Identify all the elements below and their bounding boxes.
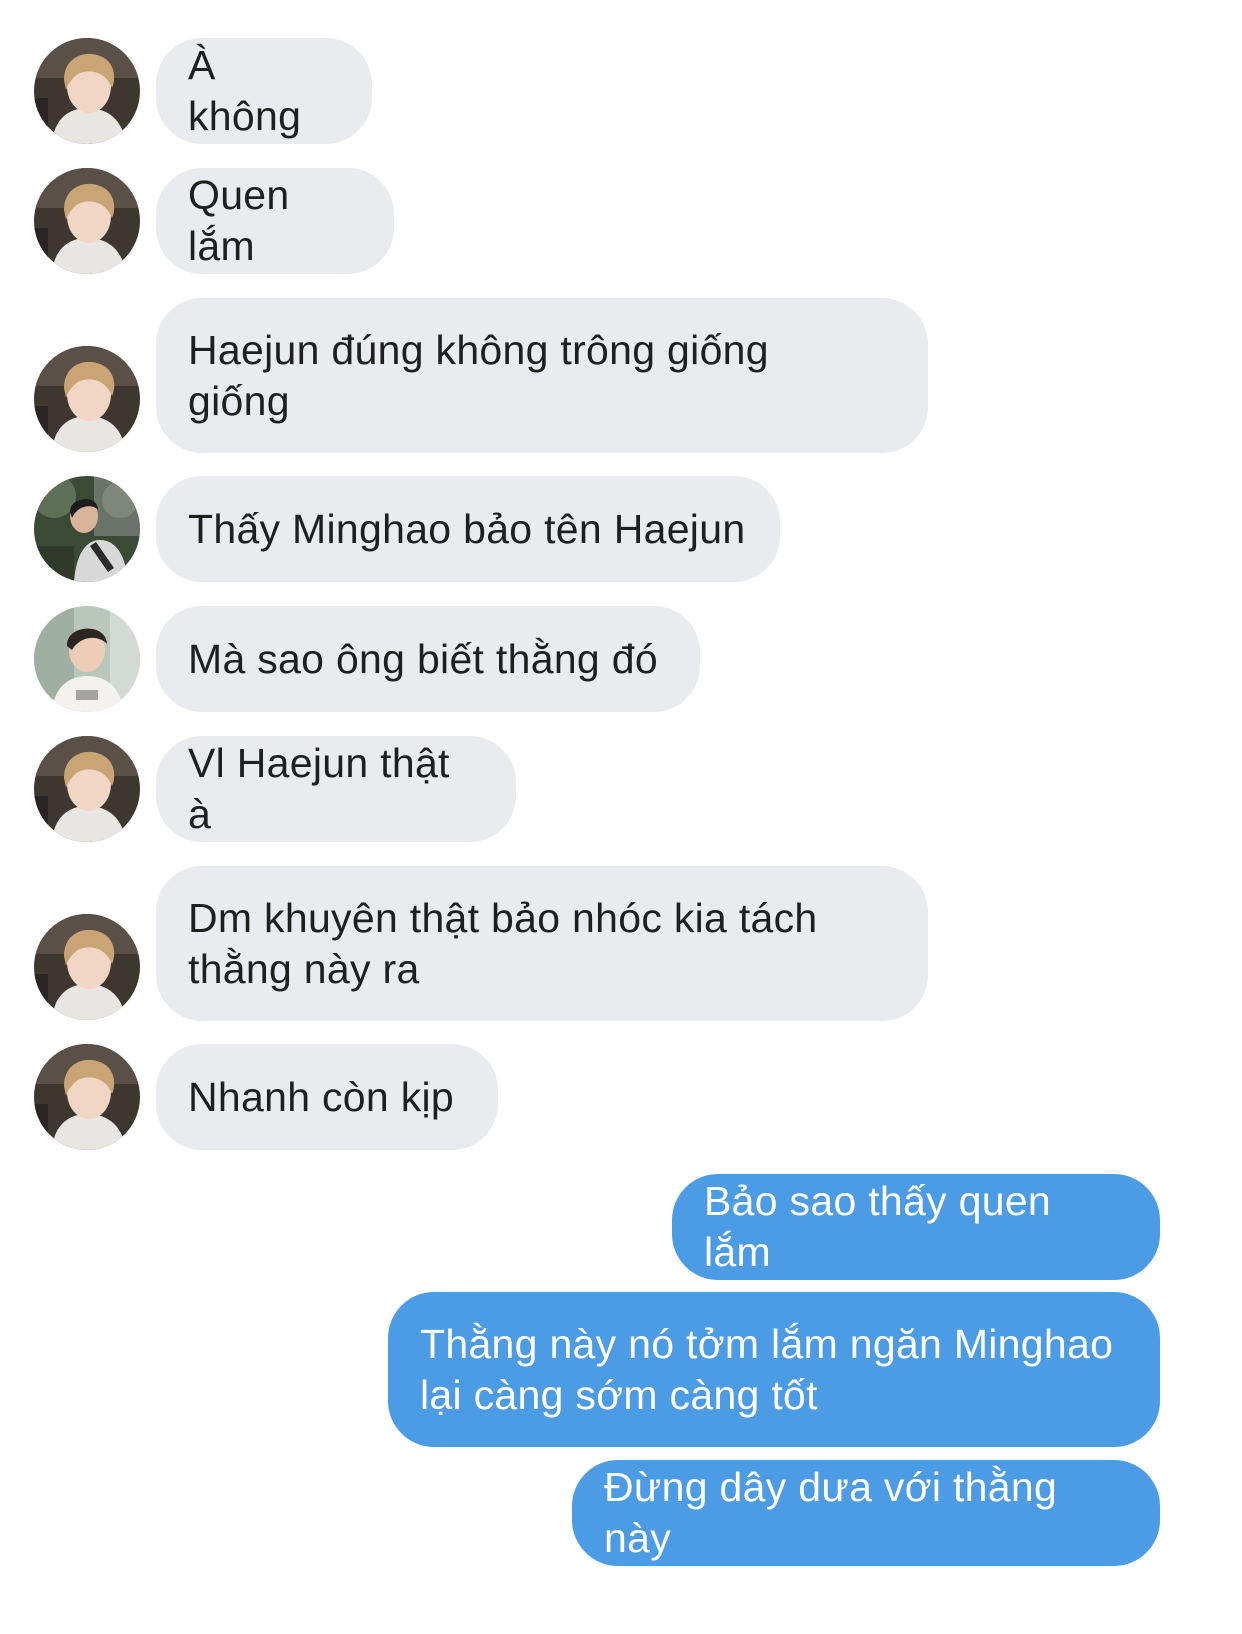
message-text: Haejun đúng không trông giống giống bbox=[188, 326, 769, 424]
avatar-blond-guy-icon bbox=[34, 346, 140, 452]
sender-avatar[interactable] bbox=[34, 168, 140, 274]
avatar-blond-guy-icon bbox=[34, 1044, 140, 1150]
message-text: Vl Haejun thật à bbox=[188, 740, 450, 837]
sender-avatar[interactable] bbox=[34, 38, 140, 144]
avatar-blond-guy-icon bbox=[34, 914, 140, 1020]
message-bubble-incoming[interactable]: Haejun đúng không trông giống giống bbox=[156, 298, 928, 453]
sender-avatar[interactable] bbox=[34, 346, 140, 452]
sender-avatar[interactable] bbox=[34, 914, 140, 1020]
message-bubble-incoming[interactable]: Quen lắm bbox=[156, 168, 394, 274]
message-bubble-incoming[interactable]: Mà sao ông biết thằng đó bbox=[156, 606, 700, 712]
sender-avatar[interactable] bbox=[34, 606, 140, 712]
message-text: Dm khuyên thật bảo nhóc kia tách thằng n… bbox=[188, 894, 818, 992]
message-text: Mà sao ông biết thằng đó bbox=[188, 635, 658, 682]
message-bubble-outgoing[interactable]: Đừng dây dưa với thằng này bbox=[572, 1460, 1160, 1566]
message-bubble-outgoing[interactable]: Bảo sao thấy quen lắm bbox=[672, 1174, 1160, 1280]
message-bubble-incoming[interactable]: Nhanh còn kịp bbox=[156, 1044, 498, 1150]
sender-avatar[interactable] bbox=[34, 476, 140, 582]
avatar-blond-guy-icon bbox=[34, 38, 140, 144]
message-bubble-incoming[interactable]: Vl Haejun thật à bbox=[156, 736, 516, 842]
message-text: À không bbox=[188, 42, 302, 139]
avatar-blond-guy-icon bbox=[34, 168, 140, 274]
message-bubble-incoming[interactable]: À không bbox=[156, 38, 372, 144]
sender-avatar[interactable] bbox=[34, 736, 140, 842]
message-text: Thằng này nó tởm lắm ngăn Minghao lại cà… bbox=[420, 1320, 1114, 1418]
avatar-blond-guy-icon bbox=[34, 736, 140, 842]
message-bubble-outgoing[interactable]: Thằng này nó tởm lắm ngăn Minghao lại cà… bbox=[388, 1292, 1160, 1447]
sender-avatar[interactable] bbox=[34, 1044, 140, 1150]
message-text: Nhanh còn kịp bbox=[188, 1073, 455, 1120]
avatar-dark-outdoor-icon bbox=[34, 476, 140, 582]
avatar-white-shirt-icon bbox=[34, 606, 140, 712]
message-text: Thấy Minghao bảo tên Haejun bbox=[188, 505, 746, 552]
message-bubble-incoming[interactable]: Dm khuyên thật bảo nhóc kia tách thằng n… bbox=[156, 866, 928, 1021]
message-text: Quen lắm bbox=[188, 172, 290, 269]
message-bubble-incoming[interactable]: Thấy Minghao bảo tên Haejun bbox=[156, 476, 780, 582]
message-text: Bảo sao thấy quen lắm bbox=[704, 1178, 1052, 1275]
message-text: Đừng dây dưa với thằng này bbox=[604, 1464, 1058, 1561]
